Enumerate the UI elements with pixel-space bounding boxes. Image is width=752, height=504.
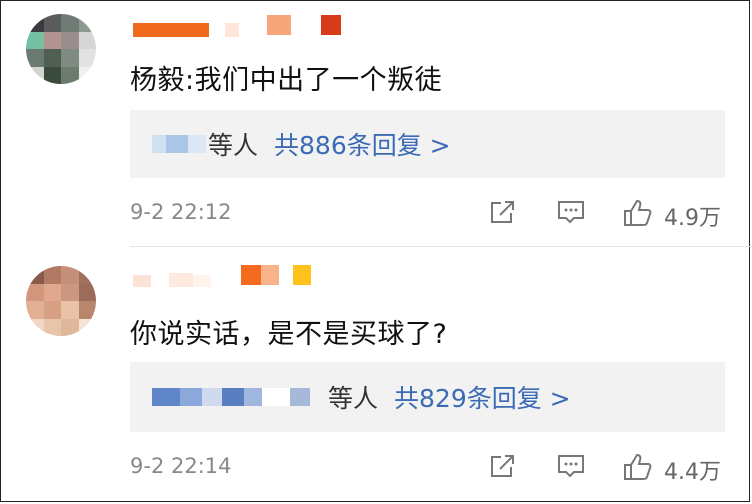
like-icon[interactable]	[622, 452, 656, 486]
reply-who: 等人	[208, 131, 259, 160]
like-count: 4.4万	[664, 460, 721, 485]
avatar[interactable]	[26, 14, 96, 84]
username-redacted[interactable]	[133, 262, 311, 288]
comment-text: 杨毅:我们中出了一个叛徒	[130, 65, 443, 96]
divider	[130, 246, 752, 247]
reply-who: 等人	[328, 384, 379, 413]
reply-names-redacted	[152, 388, 326, 406]
reply-names-redacted	[152, 135, 206, 153]
replies-summary[interactable]: 等人 共886条回复 >	[130, 110, 725, 178]
reply-count-link[interactable]: 共829条回复 >	[394, 379, 571, 415]
share-icon[interactable]	[488, 452, 518, 484]
reply-count-link[interactable]: 共886条回复 >	[274, 126, 451, 162]
comment-time: 9-2 22:12	[130, 200, 232, 224]
like-icon[interactable]	[622, 198, 656, 232]
comment-item: 杨毅:我们中出了一个叛徒 等人 共886条回复 > 9-2 22:12 4.9万	[0, 0, 752, 247]
replies-summary[interactable]: 等人 共829条回复 >	[130, 362, 725, 432]
comment-meta: 9-2 22:12 4.9万	[130, 198, 725, 231]
comment-icon[interactable]	[556, 452, 586, 484]
like-count: 4.9万	[664, 206, 721, 231]
comment-text: 你说实话，是不是买球了?	[130, 319, 448, 350]
comment-meta: 9-2 22:14 4.4万	[130, 452, 725, 485]
avatar[interactable]	[26, 266, 96, 336]
comment-item: 你说实话，是不是买球了? 等人 共829条回复 > 9-2 22:14 4.4万	[0, 248, 752, 504]
share-icon[interactable]	[488, 198, 518, 230]
comment-icon[interactable]	[556, 198, 586, 230]
comment-time: 9-2 22:14	[130, 454, 232, 478]
username-redacted[interactable]	[133, 12, 341, 38]
